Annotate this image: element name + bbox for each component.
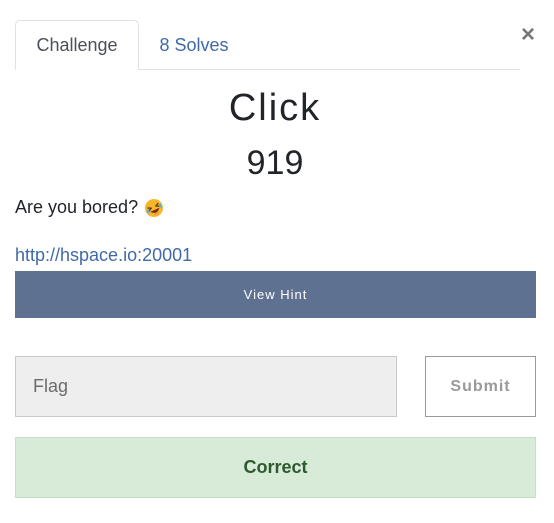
tab-solves-label: 8 Solves — [159, 34, 229, 55]
view-hint-button[interactable]: View Hint — [15, 271, 536, 318]
description-text: Are you bored? — [15, 197, 139, 217]
challenge-link[interactable]: http://hspace.io:20001 — [15, 245, 192, 266]
rolling-on-floor-laughing-icon — [145, 198, 164, 217]
submit-button[interactable]: Submit — [425, 356, 536, 417]
challenge-modal: Challenge 8 Solves × Click 919 Are you b… — [0, 0, 554, 523]
tab-bar: Challenge 8 Solves — [15, 20, 520, 70]
flag-input[interactable] — [15, 356, 397, 417]
tab-solves[interactable]: 8 Solves — [145, 20, 243, 70]
close-icon[interactable]: × — [517, 22, 539, 48]
tab-challenge[interactable]: Challenge — [15, 20, 139, 70]
result-notification: Correct — [15, 437, 536, 498]
tab-challenge-label: Challenge — [36, 34, 118, 55]
challenge-description: Are you bored? — [15, 197, 164, 218]
result-message: Correct — [243, 457, 308, 477]
challenge-name: Click — [228, 87, 322, 129]
challenge-points: 919 — [246, 144, 304, 182]
